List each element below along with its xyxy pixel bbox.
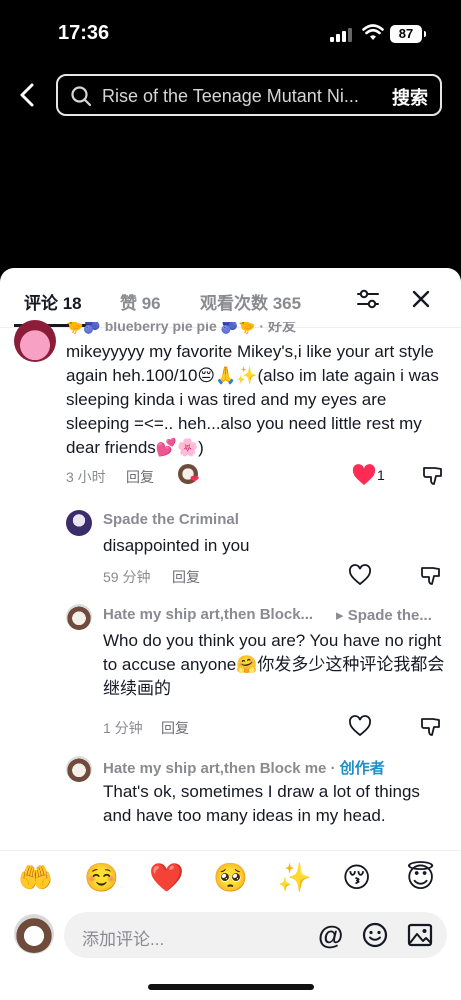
status-bar: 17:36 87: [0, 0, 461, 60]
commenter-avatar[interactable]: [66, 604, 92, 630]
emoji-red-heart[interactable]: ❤️: [149, 861, 184, 895]
comment-username[interactable]: Spade the Criminal: [103, 511, 239, 528]
like-heart-icon[interactable]: [352, 464, 376, 486]
like-count: 1: [377, 467, 385, 483]
comment-time: 59 分钟: [103, 569, 151, 585]
tab-views[interactable]: 观看次数 365: [200, 289, 301, 314]
search-icon: [71, 86, 92, 107]
comments-sheet: 评论 18 赞 96 观看次数 365 🐤🫐 blueberry pie pie…: [0, 268, 461, 1000]
wifi-icon: [362, 24, 384, 40]
close-icon[interactable]: [410, 288, 432, 310]
battery-indicator: 87: [390, 25, 426, 43]
emoji-sparkles[interactable]: ✨: [277, 861, 312, 895]
comment-tabs: 评论 18 赞 96 观看次数 365: [0, 268, 461, 328]
comment-input[interactable]: 添加评论... @: [64, 912, 447, 958]
emoji-smile-icon[interactable]: [362, 922, 388, 948]
reply-button[interactable]: 回复: [126, 467, 154, 487]
username-separator: ·: [326, 760, 340, 777]
home-indicator: [148, 984, 314, 990]
commenter-avatar[interactable]: [66, 756, 92, 782]
filter-sliders-icon[interactable]: [356, 288, 380, 310]
emoji-kissing[interactable]: 😚: [342, 861, 371, 895]
comment-text: Who do you think you are? You have no ri…: [103, 631, 445, 698]
emoji-smiling[interactable]: ☺️: [84, 861, 119, 895]
reply-button[interactable]: 回复: [161, 718, 189, 738]
tab-comments[interactable]: 评论 18: [24, 289, 82, 314]
reply-button[interactable]: 回复: [172, 567, 200, 587]
search-bar[interactable]: Rise of the Teenage Mutant Ni... 搜索: [56, 74, 442, 116]
dislike-icon[interactable]: [420, 565, 442, 587]
status-time: 17:36: [58, 22, 110, 44]
reply-to-username[interactable]: ▸ Spade the...: [336, 606, 441, 624]
tab-likes[interactable]: 赞 96: [120, 289, 161, 314]
like-heart-icon[interactable]: [348, 564, 372, 586]
comment-text: mikeyyyyy my favorite Mikey's,i like you…: [66, 342, 439, 457]
dislike-icon[interactable]: [420, 716, 442, 738]
back-arrow-icon[interactable]: [16, 80, 40, 110]
mention-at-icon[interactable]: @: [318, 922, 343, 948]
comment-input-bar: 添加评论... @: [0, 906, 461, 1000]
comment-text: That's ok, sometimes I draw a lot of thi…: [103, 782, 420, 825]
commenter-avatar[interactable]: [14, 320, 56, 362]
emoji-pleading[interactable]: 🥺: [213, 861, 248, 895]
comment-username[interactable]: Hate my ship art,then Block...: [103, 606, 323, 623]
emoji-open-hands[interactable]: 🤲: [18, 861, 53, 895]
comment-time: 1 分钟: [103, 720, 143, 736]
image-upload-icon[interactable]: [407, 922, 433, 948]
search-button[interactable]: 搜索: [392, 84, 428, 110]
emoji-halo[interactable]: 😇: [406, 861, 435, 895]
cellular-signal-icon: [330, 27, 352, 42]
comment-username-line[interactable]: Hate my ship art,then Block me · 创作者: [103, 757, 385, 778]
emoji-quick-bar: 🤲 ☺️ ❤️ 🥺 ✨ 😚 😇: [0, 850, 461, 906]
comment-text: disappointed in you: [103, 536, 250, 555]
dislike-icon[interactable]: [422, 465, 444, 487]
creator-badge: 创作者: [339, 760, 385, 777]
commenter-avatar[interactable]: [66, 510, 92, 536]
creator-liked-heart-icon: ❤: [190, 474, 200, 486]
comment-input-placeholder[interactable]: 添加评论...: [82, 925, 164, 950]
search-query[interactable]: Rise of the Teenage Mutant Ni...: [102, 86, 382, 107]
like-heart-icon[interactable]: [348, 715, 372, 737]
my-avatar: [14, 914, 54, 954]
comment-username[interactable]: Hate my ship art,then Block me: [103, 760, 326, 777]
comment-time: 3 小时: [66, 469, 106, 485]
